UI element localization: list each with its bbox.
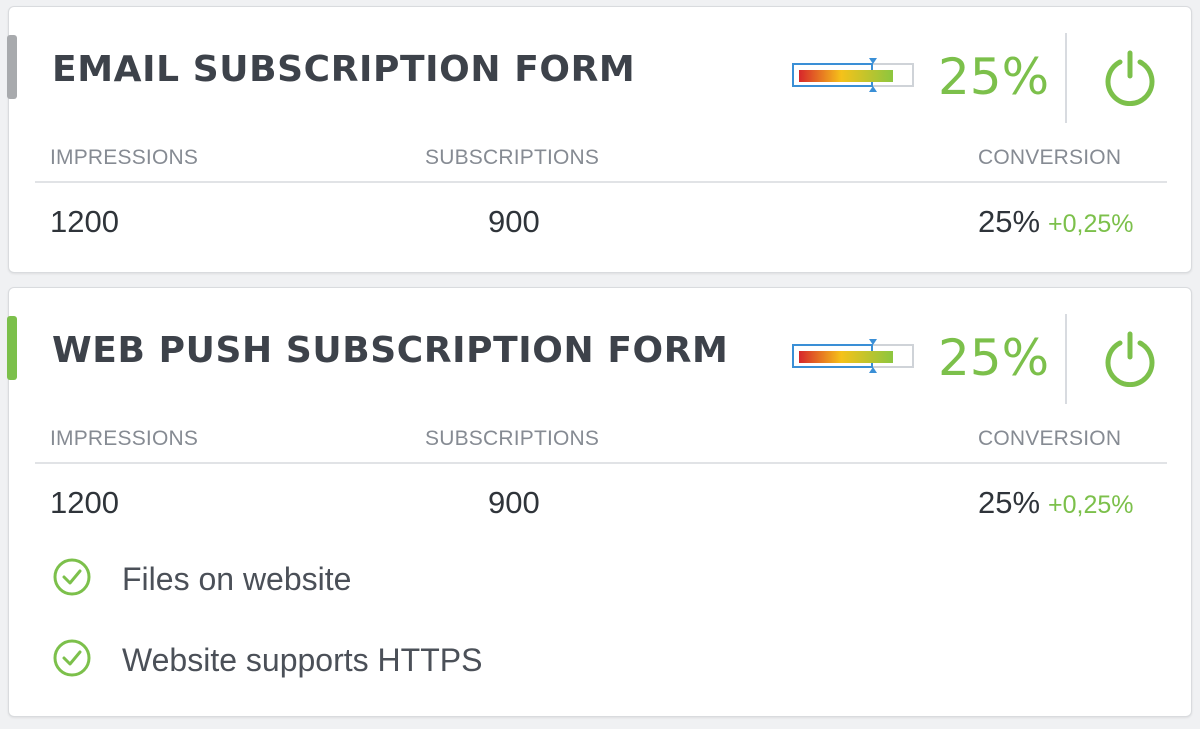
header-divider: [35, 181, 1167, 183]
conversion-value: 25%: [978, 204, 1041, 239]
impressions-value: 1200: [50, 204, 119, 239]
conversion-percent: 25%: [938, 48, 1050, 106]
check-circle-icon: [53, 639, 91, 677]
header-divider: [35, 462, 1167, 464]
impressions-value: 1200: [50, 485, 119, 520]
web-push-subscription-card: WEB PUSH SUBSCRIPTION FORM 25% IMPRESSIO…: [7, 287, 1192, 717]
column-header-subscriptions: SUBSCRIPTIONS: [425, 146, 600, 169]
power-icon[interactable]: [1101, 329, 1159, 387]
column-header-conversion: CONVERSION: [978, 146, 1122, 169]
subscriptions-value: 900: [488, 485, 540, 520]
divider: [1065, 33, 1067, 123]
power-icon[interactable]: [1101, 48, 1159, 106]
column-header-subscriptions: SUBSCRIPTIONS: [425, 427, 600, 450]
email-subscription-card: EMAIL SUBSCRIPTION FORM 25% IMPRESSIONS …: [7, 6, 1192, 273]
card-title: WEB PUSH SUBSCRIPTION FORM: [52, 330, 729, 371]
column-header-conversion: CONVERSION: [978, 427, 1122, 450]
conversion-delta: +0,25%: [1048, 210, 1134, 238]
card-title: EMAIL SUBSCRIPTION FORM: [52, 49, 636, 90]
conversion-value: 25%: [978, 485, 1041, 520]
divider: [1065, 314, 1067, 404]
conversion-cell: 25% +0,25%: [978, 485, 1134, 521]
column-header-impressions: IMPRESSIONS: [50, 146, 199, 169]
subscriptions-value: 900: [488, 204, 540, 239]
conversion-delta: +0,25%: [1048, 491, 1134, 519]
conversion-percent: 25%: [938, 329, 1050, 387]
status-indicator-bar: [7, 35, 17, 99]
column-header-impressions: IMPRESSIONS: [50, 427, 199, 450]
conversion-meter: [792, 58, 914, 92]
check-circle-icon: [53, 558, 91, 596]
conversion-cell: 25% +0,25%: [978, 204, 1134, 240]
checklist-label: Files on website: [122, 561, 352, 597]
conversion-meter: [792, 339, 914, 373]
status-indicator-bar: [7, 316, 17, 380]
checklist-label: Website supports HTTPS: [122, 642, 483, 678]
